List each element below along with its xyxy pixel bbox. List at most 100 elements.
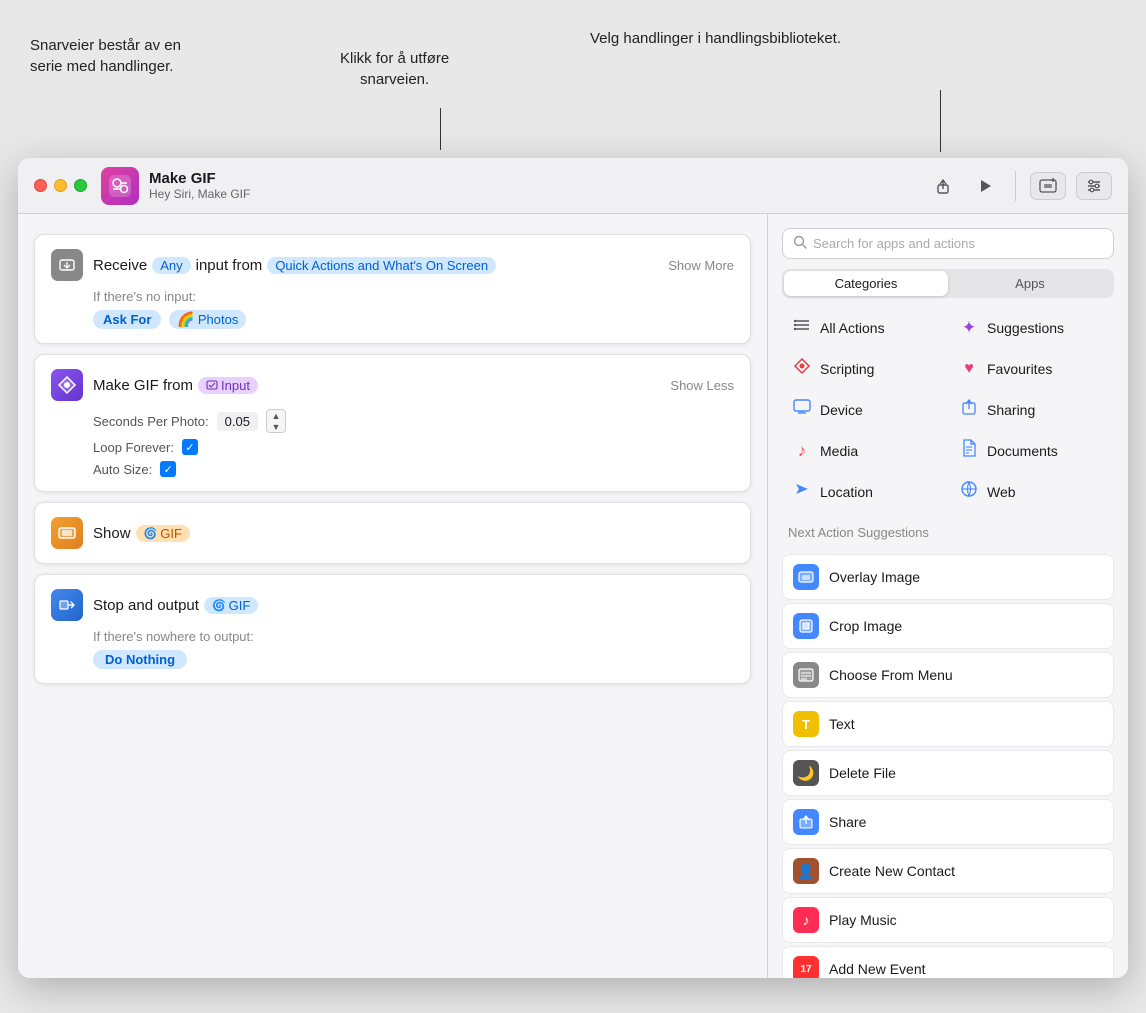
action-card-receive[interactable]: Receive Any input from Quick Actions and… (34, 234, 751, 344)
action-header-show: Show 🌀 GIF (51, 517, 734, 549)
next-action-header: Next Action Suggestions (782, 521, 1114, 544)
suggestion-add-event[interactable]: 17 Add New Event (782, 946, 1114, 978)
titlebar: Make GIF Hey Siri, Make GIF (18, 158, 1128, 214)
category-all-actions[interactable]: All Actions (782, 308, 947, 347)
show-gif-chip[interactable]: 🌀 GIF (136, 525, 190, 542)
documents-label: Documents (987, 443, 1058, 459)
category-favourites[interactable]: ♥ Favourites (949, 349, 1114, 388)
overlay-image-label: Overlay Image (829, 569, 920, 585)
category-sharing[interactable]: Sharing (949, 390, 1114, 429)
show-less-make-gif[interactable]: Show Less (670, 378, 734, 393)
arrow-center (440, 108, 441, 150)
all-actions-icon (792, 316, 812, 339)
action-card-stop[interactable]: Stop and output 🌀 GIF If there's nowhere… (34, 574, 751, 684)
share-sug-icon (793, 809, 819, 835)
documents-icon (959, 439, 979, 462)
suggestion-play-music[interactable]: ♪ Play Music (782, 897, 1114, 943)
do-nothing-chip[interactable]: Do Nothing (93, 650, 187, 669)
suggestion-delete-file[interactable]: 🌙 Delete File (782, 750, 1114, 796)
titlebar-actions (927, 170, 1112, 202)
seconds-stepper[interactable]: ▲ ▼ (266, 409, 286, 433)
close-button[interactable] (34, 179, 47, 192)
suggestions-icon: ✦ (959, 318, 979, 338)
action-card-show[interactable]: Show 🌀 GIF (34, 502, 751, 564)
text-label: Text (829, 716, 855, 732)
window-title: Make GIF (149, 170, 250, 187)
stop-gif-chip[interactable]: 🌀 GIF (204, 597, 258, 614)
stop-title: Stop and output 🌀 GIF (93, 597, 734, 614)
device-icon (792, 399, 812, 420)
receive-any-chip[interactable]: Any (152, 257, 190, 274)
category-location[interactable]: Location (782, 472, 947, 511)
annotation-center: Klikk for å utføre snarveien. (340, 48, 449, 90)
category-documents[interactable]: Documents (949, 431, 1114, 470)
search-icon (793, 235, 807, 252)
make-gif-icon (51, 369, 83, 401)
action-card-make-gif[interactable]: Make GIF from Input Show Less Seconds Pe… (34, 354, 751, 492)
receive-source-chip[interactable]: Quick Actions and What's On Screen (267, 257, 496, 274)
web-label: Web (987, 484, 1016, 500)
auto-size-checkbox[interactable]: ✓ (160, 461, 176, 477)
suggestion-share[interactable]: Share (782, 799, 1114, 845)
action-header-stop: Stop and output 🌀 GIF (51, 589, 734, 621)
photos-chip[interactable]: 🌈 Photos (169, 310, 246, 329)
web-icon (959, 480, 979, 503)
media-label: Media (820, 443, 858, 459)
share-button[interactable] (927, 170, 959, 202)
maximize-button[interactable] (74, 179, 87, 192)
add-event-icon: 17 (793, 956, 819, 978)
minimize-button[interactable] (54, 179, 67, 192)
filter-button[interactable] (1076, 172, 1112, 200)
show-more-receive[interactable]: Show More (668, 258, 734, 273)
category-device[interactable]: Device (782, 390, 947, 429)
search-input[interactable] (813, 236, 1103, 251)
loop-forever-row: Loop Forever: ✓ (93, 439, 734, 455)
titlebar-divider (1015, 171, 1016, 201)
text-icon: T (793, 711, 819, 737)
receive-title: Receive Any input from Quick Actions and… (93, 257, 658, 274)
action-header-make-gif: Make GIF from Input Show Less (51, 369, 734, 401)
stop-sub: If there's nowhere to output: Do Nothing (51, 629, 734, 669)
suggestion-choose-from-menu[interactable]: Choose From Menu (782, 652, 1114, 698)
play-button[interactable] (969, 170, 1001, 202)
all-actions-label: All Actions (820, 320, 885, 336)
make-gif-input-chip[interactable]: Input (198, 377, 258, 394)
choose-from-menu-label: Choose From Menu (829, 667, 953, 683)
suggestion-text[interactable]: T Text (782, 701, 1114, 747)
tab-bar: Categories Apps (782, 269, 1114, 298)
play-music-label: Play Music (829, 912, 897, 928)
location-label: Location (820, 484, 873, 500)
tab-categories[interactable]: Categories (784, 271, 948, 296)
suggestions-label: Suggestions (987, 320, 1064, 336)
categories-grid: All Actions ✦ Suggestions Scripting (782, 308, 1114, 511)
loop-checkbox[interactable]: ✓ (182, 439, 198, 455)
category-web[interactable]: Web (949, 472, 1114, 511)
receive-sub-row: Ask For 🌈 Photos (93, 310, 734, 329)
annotation-right: Velg handlinger i handlingsbiblioteket. (590, 28, 841, 49)
seconds-label: Seconds Per Photo: (93, 414, 209, 429)
stepper-up[interactable]: ▲ (267, 410, 285, 421)
add-action-toolbar-button[interactable] (1030, 172, 1066, 200)
suggestion-crop-image[interactable]: Crop Image (782, 603, 1114, 649)
delete-file-icon: 🌙 (793, 760, 819, 786)
window-subtitle: Hey Siri, Make GIF (149, 187, 250, 201)
stepper-down[interactable]: ▼ (267, 421, 285, 432)
create-contact-icon: 👤 (793, 858, 819, 884)
tab-apps[interactable]: Apps (948, 271, 1112, 296)
category-media[interactable]: ♪ Media (782, 431, 947, 470)
favourites-label: Favourites (987, 361, 1052, 377)
sharing-label: Sharing (987, 402, 1035, 418)
suggestion-overlay-image[interactable]: Overlay Image (782, 554, 1114, 600)
category-suggestions[interactable]: ✦ Suggestions (949, 308, 1114, 347)
ask-for-chip[interactable]: Ask For (93, 310, 161, 329)
app-icon (101, 167, 139, 205)
title-info: Make GIF Hey Siri, Make GIF (149, 170, 250, 201)
auto-size-label: Auto Size: (93, 462, 152, 477)
crop-image-label: Crop Image (829, 618, 902, 634)
suggestion-create-contact[interactable]: 👤 Create New Contact (782, 848, 1114, 894)
show-title: Show 🌀 GIF (93, 525, 734, 542)
receive-sub: If there's no input: Ask For 🌈 Photos (51, 289, 734, 329)
search-bar (782, 228, 1114, 259)
category-scripting[interactable]: Scripting (782, 349, 947, 388)
add-event-label: Add New Event (829, 961, 926, 977)
